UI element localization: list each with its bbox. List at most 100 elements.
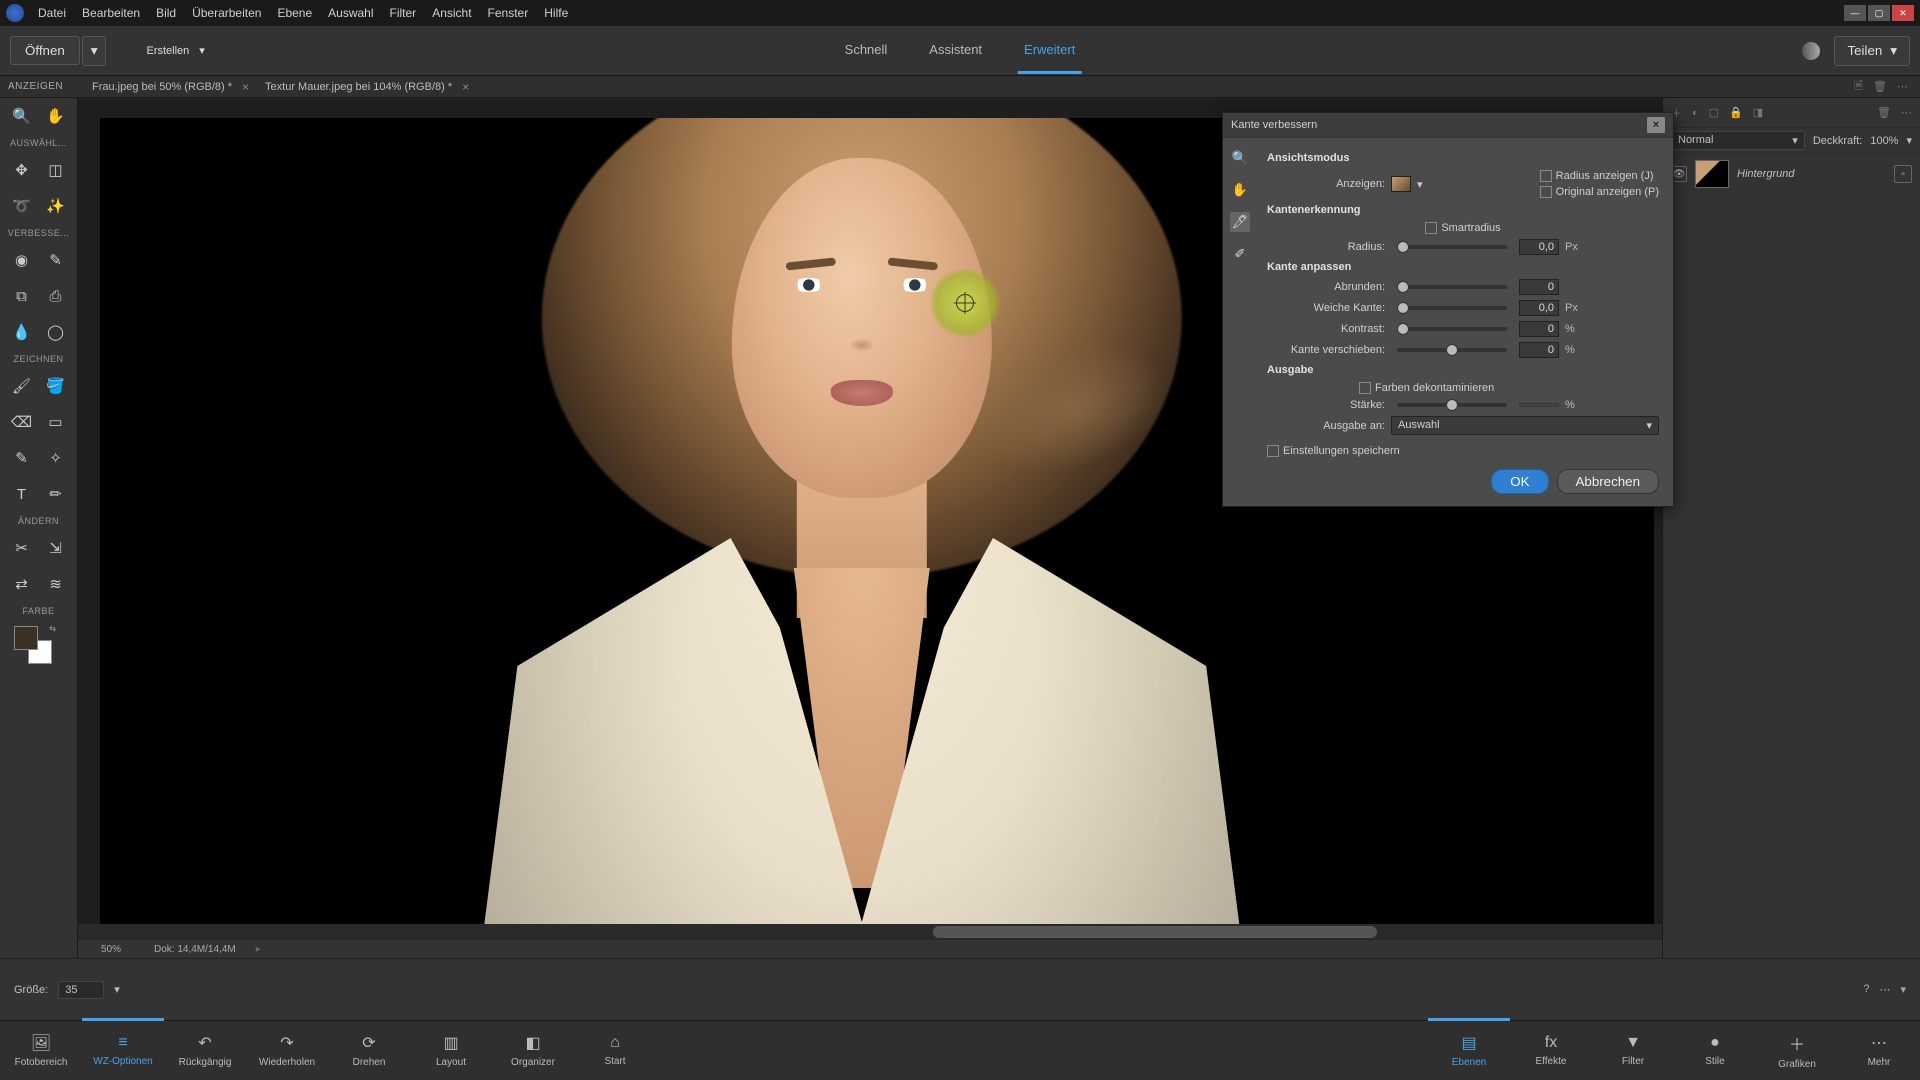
smooth-value[interactable]: 0 bbox=[1519, 279, 1559, 295]
smooth-slider[interactable] bbox=[1397, 285, 1507, 289]
minimize-button[interactable]: — bbox=[1844, 5, 1866, 21]
bb-foto[interactable]: 🖼Fotobereich bbox=[0, 1021, 82, 1080]
close-button[interactable]: ✕ bbox=[1892, 5, 1914, 21]
options-menu-icon[interactable]: ⋯ bbox=[1879, 983, 1890, 996]
bb-ebenen[interactable]: ▤Ebenen bbox=[1428, 1018, 1510, 1080]
opacity-value[interactable]: 100% bbox=[1870, 135, 1898, 147]
stamp-tool-icon[interactable]: ⎙ bbox=[44, 284, 68, 308]
bb-redo[interactable]: ↷Wiederholen bbox=[246, 1021, 328, 1080]
menu-item-fenster[interactable]: Fenster bbox=[488, 6, 529, 20]
tab-expert[interactable]: Erweitert bbox=[1018, 28, 1081, 74]
menu-item-auswahl[interactable]: Auswahl bbox=[328, 6, 373, 20]
shape-tool-icon[interactable]: ✧ bbox=[44, 446, 68, 470]
straighten-tool-icon[interactable]: ≋ bbox=[44, 572, 68, 596]
bb-layout[interactable]: ▥Layout bbox=[410, 1021, 492, 1080]
dialog-titlebar[interactable]: Kante verbessern × bbox=[1223, 113, 1673, 138]
sponge-tool-icon[interactable]: ◯ bbox=[44, 320, 68, 344]
share-button[interactable]: Teilen▾ bbox=[1834, 36, 1910, 66]
tab-assist[interactable]: Assistent bbox=[923, 28, 988, 74]
chevron-down-icon[interactable]: ▾ bbox=[114, 983, 120, 996]
amount-slider[interactable] bbox=[1397, 403, 1507, 407]
horizontal-scrollbar[interactable] bbox=[78, 924, 1662, 940]
trash-icon[interactable]: 🗑 bbox=[1873, 80, 1887, 93]
bb-organizer[interactable]: ◧Organizer bbox=[492, 1021, 574, 1080]
dialog-close-icon[interactable]: × bbox=[1647, 117, 1665, 133]
smart-radius-checkbox[interactable]: Smartradius bbox=[1425, 222, 1500, 234]
menu-item-hilfe[interactable]: Hilfe bbox=[544, 6, 568, 20]
eraser-tool-icon[interactable]: ⌫ bbox=[10, 410, 34, 434]
brush-tool-icon[interactable]: 🖌 bbox=[10, 374, 34, 398]
size-input[interactable]: 35 bbox=[58, 981, 104, 999]
move-tool-icon[interactable]: ✥ bbox=[10, 158, 34, 182]
doc-icon[interactable]: 🗎 bbox=[1854, 77, 1863, 96]
shift-slider[interactable] bbox=[1397, 348, 1507, 352]
radius-slider[interactable] bbox=[1397, 245, 1507, 249]
ok-button[interactable]: OK bbox=[1491, 469, 1548, 494]
panel-menu-icon[interactable]: ⋯ bbox=[1901, 106, 1912, 119]
output-to-select[interactable]: Auswahl▾ bbox=[1391, 416, 1659, 435]
menu-item-bild[interactable]: Bild bbox=[156, 6, 176, 20]
decontaminate-checkbox[interactable]: Farben dekontaminieren bbox=[1359, 382, 1494, 394]
hand-tool-icon[interactable]: ✋ bbox=[1230, 180, 1250, 200]
tab-quick[interactable]: Schnell bbox=[839, 28, 894, 74]
maximize-button[interactable]: ▢ bbox=[1868, 5, 1890, 21]
clone-tool-icon[interactable]: ⧉ bbox=[10, 284, 34, 308]
bb-undo[interactable]: ↶Rückgängig bbox=[164, 1021, 246, 1080]
gradient-tool-icon[interactable]: ▭ bbox=[44, 410, 68, 434]
blend-mode-select[interactable]: Normal▾ bbox=[1671, 131, 1805, 150]
text-tool-icon[interactable]: T bbox=[10, 482, 34, 506]
swap-colors-icon[interactable]: ⇆ bbox=[49, 624, 56, 633]
blur-tool-icon[interactable]: 💧 bbox=[10, 320, 34, 344]
show-original-checkbox[interactable]: Original anzeigen (P) bbox=[1540, 186, 1659, 198]
menu-item-ansicht[interactable]: Ansicht bbox=[432, 6, 471, 20]
lock-icon[interactable]: 🔒 bbox=[1729, 106, 1743, 119]
shift-value[interactable]: 0 bbox=[1519, 342, 1559, 358]
lasso-tool-icon[interactable]: ➰ bbox=[10, 194, 34, 218]
bb-start[interactable]: ⌂Start bbox=[574, 1021, 656, 1080]
recompose-tool-icon[interactable]: ⇲ bbox=[44, 536, 68, 560]
adj-icon[interactable]: ◨ bbox=[1753, 106, 1763, 119]
bb-mehr[interactable]: ⋯Mehr bbox=[1838, 1021, 1920, 1080]
create-button[interactable]: Erstellen▾ bbox=[136, 38, 214, 63]
open-dropdown[interactable]: ▾ bbox=[82, 36, 107, 66]
bb-rotate[interactable]: ⟳Drehen bbox=[328, 1021, 410, 1080]
collapse-icon[interactable]: ▾ bbox=[1900, 983, 1906, 996]
document-tab-1[interactable]: Frau.jpeg bei 50% (RGB/8) * × bbox=[92, 80, 249, 94]
close-icon[interactable]: × bbox=[242, 80, 249, 94]
bb-effekte[interactable]: fxEffekte bbox=[1510, 1021, 1592, 1080]
refine-brush-icon[interactable]: 🖊 bbox=[1230, 212, 1250, 232]
menu-item-bearbeiten[interactable]: Bearbeiten bbox=[82, 6, 140, 20]
close-icon[interactable]: × bbox=[462, 80, 469, 94]
pencil-tool-icon[interactable]: ✏ bbox=[44, 482, 68, 506]
theme-toggle-icon[interactable] bbox=[1802, 42, 1820, 60]
menu-item-ebene[interactable]: Ebene bbox=[277, 6, 312, 20]
bb-wz[interactable]: ≡WZ-Optionen bbox=[82, 1018, 164, 1080]
layer-row[interactable]: 👁 Hintergrund ▫ bbox=[1663, 154, 1920, 194]
chevron-down-icon[interactable]: ▾ bbox=[1906, 134, 1912, 147]
menu-item-filter[interactable]: Filter bbox=[390, 6, 417, 20]
marquee-tool-icon[interactable]: ◫ bbox=[44, 158, 68, 182]
chevron-down-icon[interactable]: ▾ bbox=[1417, 178, 1423, 191]
trash-icon[interactable]: 🗑 bbox=[1877, 106, 1891, 119]
radius-value[interactable]: 0,0 bbox=[1519, 239, 1559, 255]
eyedropper-tool-icon[interactable]: ✎ bbox=[10, 446, 34, 470]
zoom-value[interactable]: 50% bbox=[88, 944, 134, 955]
feather-slider[interactable] bbox=[1397, 306, 1507, 310]
spot-tool-icon[interactable]: ✎ bbox=[44, 248, 68, 272]
open-button[interactable]: Öffnen bbox=[10, 36, 80, 65]
fg-color-swatch[interactable] bbox=[14, 626, 38, 650]
color-swatches[interactable]: ⇆ bbox=[0, 620, 77, 664]
redeye-tool-icon[interactable]: ◉ bbox=[10, 248, 34, 272]
menu-item-datei[interactable]: Datei bbox=[38, 6, 66, 20]
hand-tool-icon[interactable]: ✋ bbox=[44, 104, 68, 128]
preview-chip[interactable] bbox=[1391, 176, 1411, 192]
bucket-tool-icon[interactable]: 🪣 bbox=[44, 374, 68, 398]
zoom-tool-icon[interactable]: 🔍 bbox=[1230, 148, 1250, 168]
wand-tool-icon[interactable]: ✨ bbox=[44, 194, 68, 218]
show-radius-checkbox[interactable]: Radius anzeigen (J) bbox=[1540, 170, 1659, 182]
bb-stile[interactable]: ●Stile bbox=[1674, 1021, 1756, 1080]
menu-item-überarbeiten[interactable]: Überarbeiten bbox=[192, 6, 261, 20]
mask-icon[interactable]: ▢ bbox=[1709, 106, 1719, 119]
remember-checkbox[interactable]: Einstellungen speichern bbox=[1267, 445, 1400, 457]
help-icon[interactable]: ? bbox=[1863, 983, 1869, 996]
